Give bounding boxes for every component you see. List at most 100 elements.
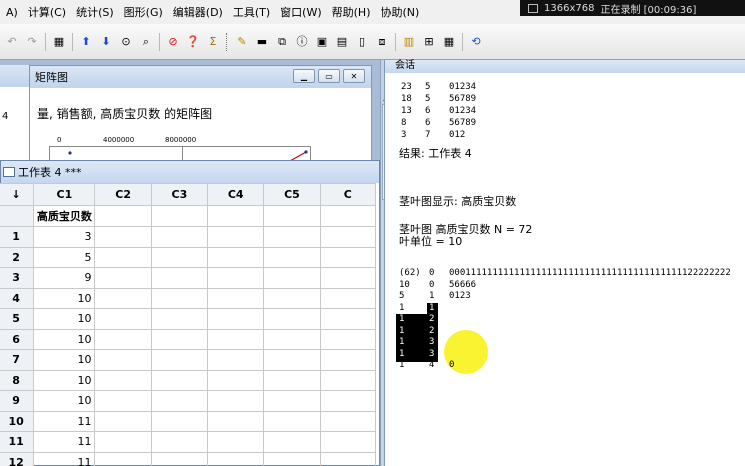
empty-cell[interactable] xyxy=(319,267,377,289)
empty-cell[interactable] xyxy=(94,226,152,248)
empty-cell[interactable] xyxy=(150,267,209,289)
maximize-button[interactable]: ▭ xyxy=(318,69,340,83)
empty-cell[interactable] xyxy=(263,267,321,289)
data-cell[interactable]: 10 xyxy=(33,349,96,371)
empty-cell[interactable] xyxy=(150,451,209,466)
left-window-fragment[interactable]: 4 xyxy=(0,65,30,161)
empty-cell[interactable] xyxy=(207,226,265,248)
empty-cell[interactable] xyxy=(207,287,265,309)
copy-icon[interactable]: ⧈ xyxy=(374,33,391,50)
menu-item[interactable]: 工具(T) xyxy=(229,4,276,20)
empty-cell[interactable] xyxy=(263,410,321,432)
column-name-cell[interactable]: 高质宝贝数 xyxy=(33,205,96,227)
left-window-titlebar[interactable] xyxy=(0,65,29,87)
empty-cell[interactable] xyxy=(207,410,265,432)
empty-cell[interactable] xyxy=(207,349,265,371)
minimize-button[interactable]: ▁ xyxy=(293,69,315,83)
empty-cell[interactable] xyxy=(319,287,377,309)
arrow-up-icon[interactable]: ⬆ xyxy=(78,33,95,50)
empty-cell[interactable] xyxy=(263,328,321,350)
data-cell[interactable]: 3 xyxy=(33,226,96,248)
arrow-down-icon[interactable]: ⬇ xyxy=(98,33,115,50)
empty-cell[interactable] xyxy=(94,390,152,412)
empty-cell[interactable] xyxy=(94,369,152,391)
column-header[interactable]: C1 xyxy=(33,183,96,206)
empty-cell[interactable] xyxy=(150,369,209,391)
empty-cell[interactable] xyxy=(263,369,321,391)
column-name-cell[interactable] xyxy=(319,205,377,227)
empty-cell[interactable] xyxy=(319,410,377,432)
empty-cell[interactable] xyxy=(150,246,209,268)
worksheet-new-icon[interactable]: ▤ xyxy=(334,33,351,50)
data-cell[interactable]: 10 xyxy=(33,369,96,391)
redo-icon[interactable]: ↷ xyxy=(24,33,41,50)
row-header[interactable]: 12 xyxy=(0,451,35,466)
menu-item[interactable]: 计算(C) xyxy=(24,4,72,20)
empty-cell[interactable] xyxy=(263,451,321,466)
menu-item[interactable]: 帮助(H) xyxy=(328,4,377,20)
menu-item[interactable]: 编辑器(D) xyxy=(169,4,229,20)
column-header[interactable]: C2 xyxy=(94,183,152,206)
empty-cell[interactable] xyxy=(94,308,152,330)
empty-cell[interactable] xyxy=(207,431,265,453)
column-header[interactable]: C5 xyxy=(263,183,321,206)
binoculars-icon[interactable]: ⊙ xyxy=(118,33,135,50)
graph-edit-icon[interactable]: ✎ xyxy=(234,33,251,50)
empty-cell[interactable] xyxy=(263,349,321,371)
data-cell[interactable]: 10 xyxy=(33,390,96,412)
data-cell[interactable]: 10 xyxy=(33,308,96,330)
empty-cell[interactable] xyxy=(319,451,377,466)
empty-cell[interactable] xyxy=(150,349,209,371)
empty-cell[interactable] xyxy=(319,328,377,350)
empty-cell[interactable] xyxy=(207,390,265,412)
empty-cell[interactable] xyxy=(207,308,265,330)
menu-item[interactable]: 图形(G) xyxy=(120,4,169,20)
data-cell[interactable]: 9 xyxy=(33,267,96,289)
grid-icon[interactable]: ⊞ xyxy=(421,33,438,50)
empty-cell[interactable] xyxy=(263,226,321,248)
empty-cell[interactable] xyxy=(150,308,209,330)
empty-cell[interactable] xyxy=(319,226,377,248)
column-header[interactable]: C4 xyxy=(207,183,265,206)
menu-item[interactable]: 协助(N) xyxy=(376,4,425,20)
empty-cell[interactable] xyxy=(207,246,265,268)
menu-item[interactable]: 统计(S) xyxy=(72,4,120,20)
row-header[interactable]: 5 xyxy=(0,308,35,330)
worksheet-icon[interactable]: ▦ xyxy=(51,33,68,50)
data-cell[interactable]: 5 xyxy=(33,246,96,268)
empty-cell[interactable] xyxy=(319,390,377,412)
session-titlebar[interactable]: 会话 xyxy=(385,60,745,73)
row-header[interactable]: 11 xyxy=(0,431,35,453)
worksheet-window[interactable]: 工作表 4 *** ↓ C1 C2 C3 C4 C5 C 高质宝贝数 1 3 2 5 3 9 4 10 5 10 6… xyxy=(0,160,380,466)
empty-cell[interactable] xyxy=(263,287,321,309)
empty-cell[interactable] xyxy=(94,287,152,309)
empty-cell[interactable] xyxy=(94,246,152,268)
worksheet-titlebar[interactable]: 工作表 4 *** xyxy=(1,161,379,183)
row-header[interactable]: 3 xyxy=(0,267,35,289)
sigma-icon[interactable]: Σ xyxy=(205,33,222,50)
row-header[interactable]: 2 xyxy=(0,246,35,268)
row-header[interactable]: 10 xyxy=(0,410,35,432)
data-cell[interactable]: 11 xyxy=(33,431,96,453)
column-name-cell[interactable] xyxy=(263,205,321,227)
empty-cell[interactable] xyxy=(150,226,209,248)
empty-cell[interactable] xyxy=(263,431,321,453)
toolbar-grip[interactable] xyxy=(226,32,229,51)
row-header[interactable]: 9 xyxy=(0,390,35,412)
empty-cell[interactable] xyxy=(207,369,265,391)
column-name-cell[interactable] xyxy=(150,205,209,227)
empty-cell[interactable] xyxy=(207,451,265,466)
brush-icon[interactable]: ▬ xyxy=(254,33,271,50)
empty-cell[interactable] xyxy=(319,246,377,268)
empty-cell[interactable] xyxy=(94,431,152,453)
column-header[interactable]: C3 xyxy=(150,183,209,206)
close-button[interactable]: ✕ xyxy=(343,69,365,83)
row-header[interactable]: 1 xyxy=(0,226,35,248)
empty-cell[interactable] xyxy=(94,328,152,350)
empty-cell[interactable] xyxy=(150,410,209,432)
column-name-cell[interactable] xyxy=(94,205,152,227)
menu-item[interactable]: A) xyxy=(2,6,24,19)
empty-cell[interactable] xyxy=(263,390,321,412)
history-icon[interactable]: ⟲ xyxy=(468,33,485,50)
row-header[interactable]: 4 xyxy=(0,287,35,309)
